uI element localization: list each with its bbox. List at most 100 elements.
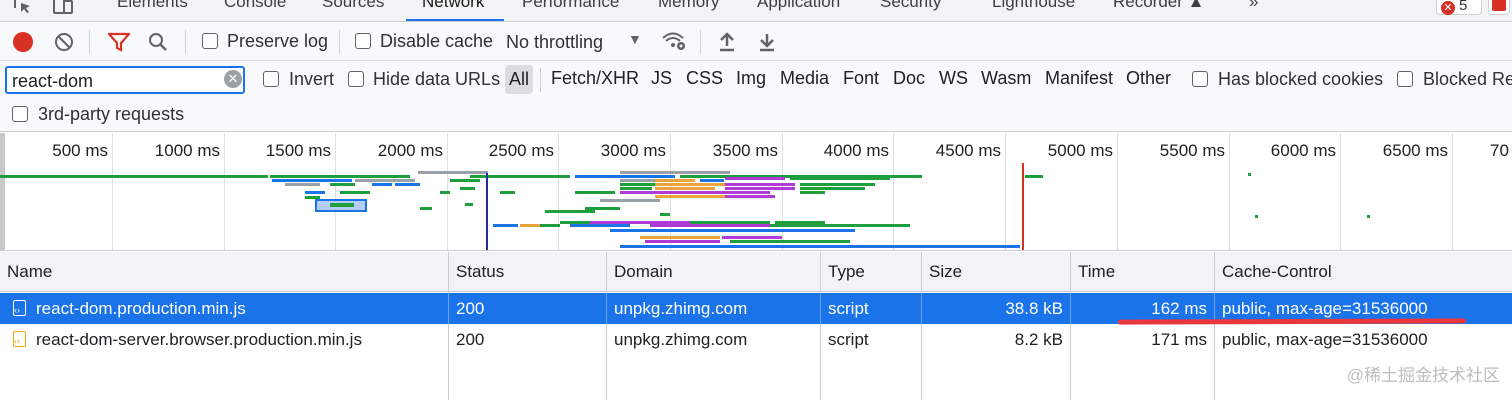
- import-har-icon[interactable]: [718, 31, 736, 53]
- overview-grid-line: [112, 133, 113, 250]
- export-har-icon[interactable]: [758, 31, 776, 53]
- column-header-size[interactable]: Size: [922, 252, 1071, 292]
- request-name: react-dom.production.min.js: [36, 299, 246, 318]
- overview-grid-line: [558, 133, 559, 250]
- overview-grid-line: [335, 133, 336, 250]
- tab-network[interactable]: Network: [422, 0, 484, 12]
- network-overview[interactable]: 500 ms 1000 ms 1500 ms 2000 ms 2500 ms 3000 m…: [0, 133, 1512, 251]
- overview-left-handle[interactable]: [0, 133, 5, 250]
- watermark: @稀土掘金技术社区: [1346, 366, 1500, 385]
- filter-input[interactable]: [5, 66, 245, 94]
- throttling-select[interactable]: No throttling: [506, 32, 603, 53]
- waterfall-bar: [540, 224, 560, 227]
- overview-grid-line: [1005, 133, 1006, 250]
- filter-type-css[interactable]: CSS: [686, 68, 723, 89]
- column-header-time[interactable]: Time: [1071, 252, 1215, 292]
- waterfall-bar: [270, 175, 410, 178]
- clear-icon[interactable]: [54, 32, 74, 52]
- filter-type-img[interactable]: Img: [736, 68, 766, 89]
- waterfall-bar: [330, 203, 354, 207]
- error-count-badge[interactable]: ✕ 5: [1436, 0, 1482, 15]
- blocked-requests-checkbox[interactable]: [1397, 71, 1413, 87]
- filter-type-all[interactable]: All: [505, 65, 533, 94]
- tab-lighthouse[interactable]: Lighthouse: [992, 0, 1075, 12]
- waterfall-bar: [440, 191, 450, 194]
- filter-type-doc[interactable]: Doc: [893, 68, 925, 89]
- tab-security[interactable]: Security: [880, 0, 941, 12]
- request-name-cell: react-dom-server.browser.production.min.…: [0, 324, 449, 357]
- waterfall-bar: [730, 240, 850, 243]
- network-conditions-icon[interactable]: [661, 30, 687, 52]
- device-toolbar-icon[interactable]: [52, 0, 74, 16]
- waterfall-bar: [655, 179, 695, 182]
- record-icon[interactable]: [13, 32, 33, 52]
- tab-performance[interactable]: Performance: [522, 0, 619, 12]
- waterfall-bar: [620, 171, 730, 174]
- third-party-checkbox[interactable]: [12, 106, 28, 122]
- network-toolbar: Preserve log Disable cache No throttling…: [0, 23, 1512, 61]
- waterfall-bar: [520, 224, 540, 227]
- waterfall-bar: [660, 213, 670, 216]
- error-count: 5: [1459, 0, 1468, 14]
- waterfall-bar: [820, 224, 910, 227]
- more-tabs-button[interactable]: »: [1249, 0, 1258, 12]
- tab-application[interactable]: Application: [757, 0, 840, 12]
- waterfall-bar: [725, 177, 785, 180]
- time-tick-label: 4000 ms: [823, 141, 889, 160]
- column-header-type[interactable]: Type: [821, 252, 922, 292]
- search-icon[interactable]: [148, 32, 168, 52]
- tab-memory[interactable]: Memory: [658, 0, 719, 12]
- overview-grid-line: [1117, 133, 1118, 250]
- time-tick-label: 70: [1490, 141, 1509, 160]
- waterfall-bar: [575, 175, 675, 178]
- waterfall-bar: [395, 183, 420, 186]
- waterfall-bar: [720, 229, 855, 232]
- waterfall-bar: [1255, 215, 1258, 218]
- filter-type-other[interactable]: Other: [1126, 68, 1171, 89]
- column-header-name[interactable]: Name: [0, 252, 449, 292]
- inspect-element-icon[interactable]: [12, 0, 34, 16]
- filter-type-fetch-xhr[interactable]: Fetch/XHR: [551, 68, 639, 89]
- waterfall-bar: [285, 183, 320, 186]
- has-blocked-cookies-checkbox[interactable]: [1192, 71, 1208, 87]
- toolbar-divider: [339, 30, 340, 54]
- filter-type-manifest[interactable]: Manifest: [1045, 68, 1113, 89]
- preserve-log-checkbox[interactable]: [202, 33, 218, 49]
- domain-cell: unpkg.zhimg.com: [607, 293, 821, 324]
- waterfall-bar: [305, 191, 325, 194]
- filter-divider: [540, 68, 541, 92]
- column-header-domain[interactable]: Domain: [607, 252, 821, 292]
- filter-type-media[interactable]: Media: [780, 68, 829, 89]
- filter-type-wasm[interactable]: Wasm: [981, 68, 1031, 89]
- table-row[interactable]: react-dom-server.browser.production.min.…: [0, 324, 1512, 357]
- size-cell: 38.8 kB: [922, 293, 1071, 324]
- waterfall-bar: [650, 224, 770, 227]
- has-blocked-cookies-label: Has blocked cookies: [1218, 69, 1384, 89]
- waterfall-bar: [0, 175, 268, 178]
- filter-type-font[interactable]: Font: [843, 68, 879, 89]
- waterfall-bar: [725, 183, 795, 186]
- disable-cache-checkbox[interactable]: [355, 33, 371, 49]
- clear-filter-icon[interactable]: ✕: [224, 70, 242, 88]
- tab-console[interactable]: Console: [224, 0, 286, 12]
- waterfall-bar: [493, 224, 518, 227]
- waterfall-bar: [645, 240, 720, 243]
- overview-grid-line: [1452, 133, 1453, 250]
- hide-data-urls-checkbox[interactable]: [348, 71, 364, 87]
- invert-checkbox[interactable]: [263, 71, 279, 87]
- waterfall-bar: [1367, 215, 1370, 218]
- column-header-cache-control[interactable]: Cache-Control: [1215, 252, 1512, 292]
- tab-sources[interactable]: Sources: [322, 0, 384, 12]
- waterfall-bar: [1025, 175, 1043, 178]
- error-icon: ✕: [1441, 1, 1455, 15]
- issues-icon[interactable]: [1488, 0, 1510, 15]
- filter-icon[interactable]: [108, 32, 130, 52]
- tab-elements[interactable]: Elements: [117, 0, 188, 12]
- column-header-status[interactable]: Status: [449, 252, 607, 292]
- filter-type-ws[interactable]: WS: [939, 68, 968, 89]
- tab-recorder[interactable]: Recorder ▲: [1113, 0, 1204, 12]
- toolbar-divider: [89, 30, 90, 54]
- chevron-down-icon[interactable]: ▼: [628, 31, 642, 47]
- waterfall-bar: [722, 236, 782, 239]
- filter-type-js[interactable]: JS: [651, 68, 672, 89]
